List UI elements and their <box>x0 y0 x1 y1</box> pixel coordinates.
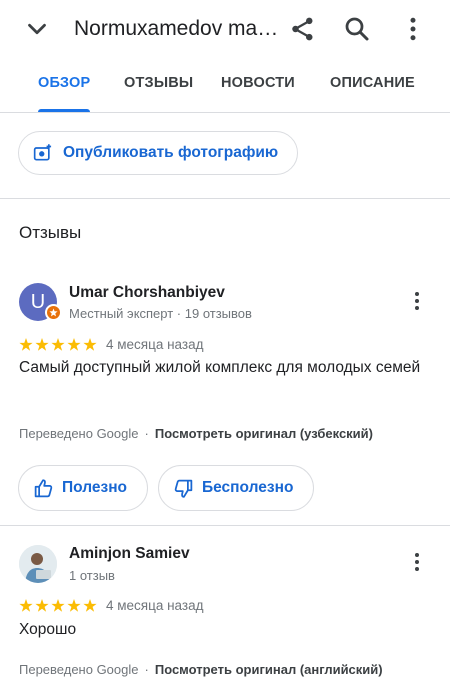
tab-label: НОВОСТИ <box>221 75 295 91</box>
tab-overview[interactable]: ОБЗОР <box>38 58 91 112</box>
more-vert-icon[interactable] <box>407 289 427 313</box>
separator-dot: · <box>144 426 149 441</box>
reviewer-name[interactable]: Aminjon Samiev <box>69 544 190 564</box>
tab-reviews[interactable]: ОТЗЫВЫ <box>124 58 193 112</box>
star-rating <box>19 338 97 351</box>
local-guide-badge <box>45 304 62 321</box>
translation-info: Переведено Google · Посмотреть оригинал (у… <box>19 425 373 443</box>
avatar[interactable] <box>19 545 57 583</box>
tab-label: ОПИСАНИЕ <box>330 75 415 91</box>
reviewer-name[interactable]: Umar Chorshanbiyev <box>69 283 225 303</box>
review-date: 4 месяца назад <box>106 598 204 613</box>
view-original-link[interactable]: Посмотреть оригинал (узбекский) <box>155 426 373 441</box>
section-divider <box>0 198 450 199</box>
search-icon[interactable] <box>342 14 372 44</box>
tab-news[interactable]: НОВОСТИ <box>221 58 295 112</box>
review-text: Хорошо <box>19 621 77 638</box>
helpful-label: Полезно <box>62 479 128 496</box>
tab-bar: ОБЗОР ОТЗЫВЫ НОВОСТИ ОПИСАНИЕ <box>0 58 450 113</box>
thumb-up-icon <box>34 479 53 498</box>
reviews-section-title: Отзывы <box>19 223 82 242</box>
tab-label: ОТЗЫВЫ <box>124 75 194 91</box>
translated-by-label: Переведено Google <box>19 662 139 677</box>
reviewer-meta: Местный эксперт · 19 отзывов <box>69 306 252 321</box>
tab-label: ОБЗОР <box>38 75 91 91</box>
star-rating <box>19 599 97 612</box>
publish-photo-button[interactable]: Опубликовать фотографию <box>18 131 298 175</box>
more-vert-icon[interactable] <box>407 550 427 574</box>
star-badge-icon <box>49 308 58 317</box>
avatar-photo-icon <box>19 545 57 583</box>
place-title: Normuxamedov ma… <box>74 17 279 40</box>
view-original-link[interactable]: Посмотреть оригинал (английский) <box>155 662 383 677</box>
translated-by-label: Переведено Google <box>19 426 139 441</box>
not-helpful-label: Бесполезно <box>202 479 294 496</box>
share-icon[interactable] <box>288 14 318 44</box>
more-vert-icon[interactable] <box>398 14 428 44</box>
active-tab-indicator <box>38 109 91 112</box>
add-photo-icon <box>33 144 52 161</box>
tab-description[interactable]: ОПИСАНИЕ <box>330 58 415 112</box>
not-helpful-button[interactable]: Бесполезно <box>158 465 314 511</box>
reviewer-meta: 1 отзыв <box>69 568 115 583</box>
review-divider <box>0 525 450 526</box>
app-bar: Normuxamedov ma… <box>0 0 450 58</box>
arrow-back-icon[interactable] <box>22 14 52 44</box>
publish-photo-label: Опубликовать фотографию <box>63 144 279 161</box>
review-date: 4 месяца назад <box>106 337 204 352</box>
helpful-button[interactable]: Полезно <box>18 465 148 511</box>
review-text: Самый доступный жилой комплекс для молод… <box>19 359 421 376</box>
thumb-down-icon <box>174 479 193 498</box>
separator-dot: · <box>144 662 149 677</box>
translation-info: Переведено Google · Посмотреть оригинал (а… <box>19 661 383 679</box>
